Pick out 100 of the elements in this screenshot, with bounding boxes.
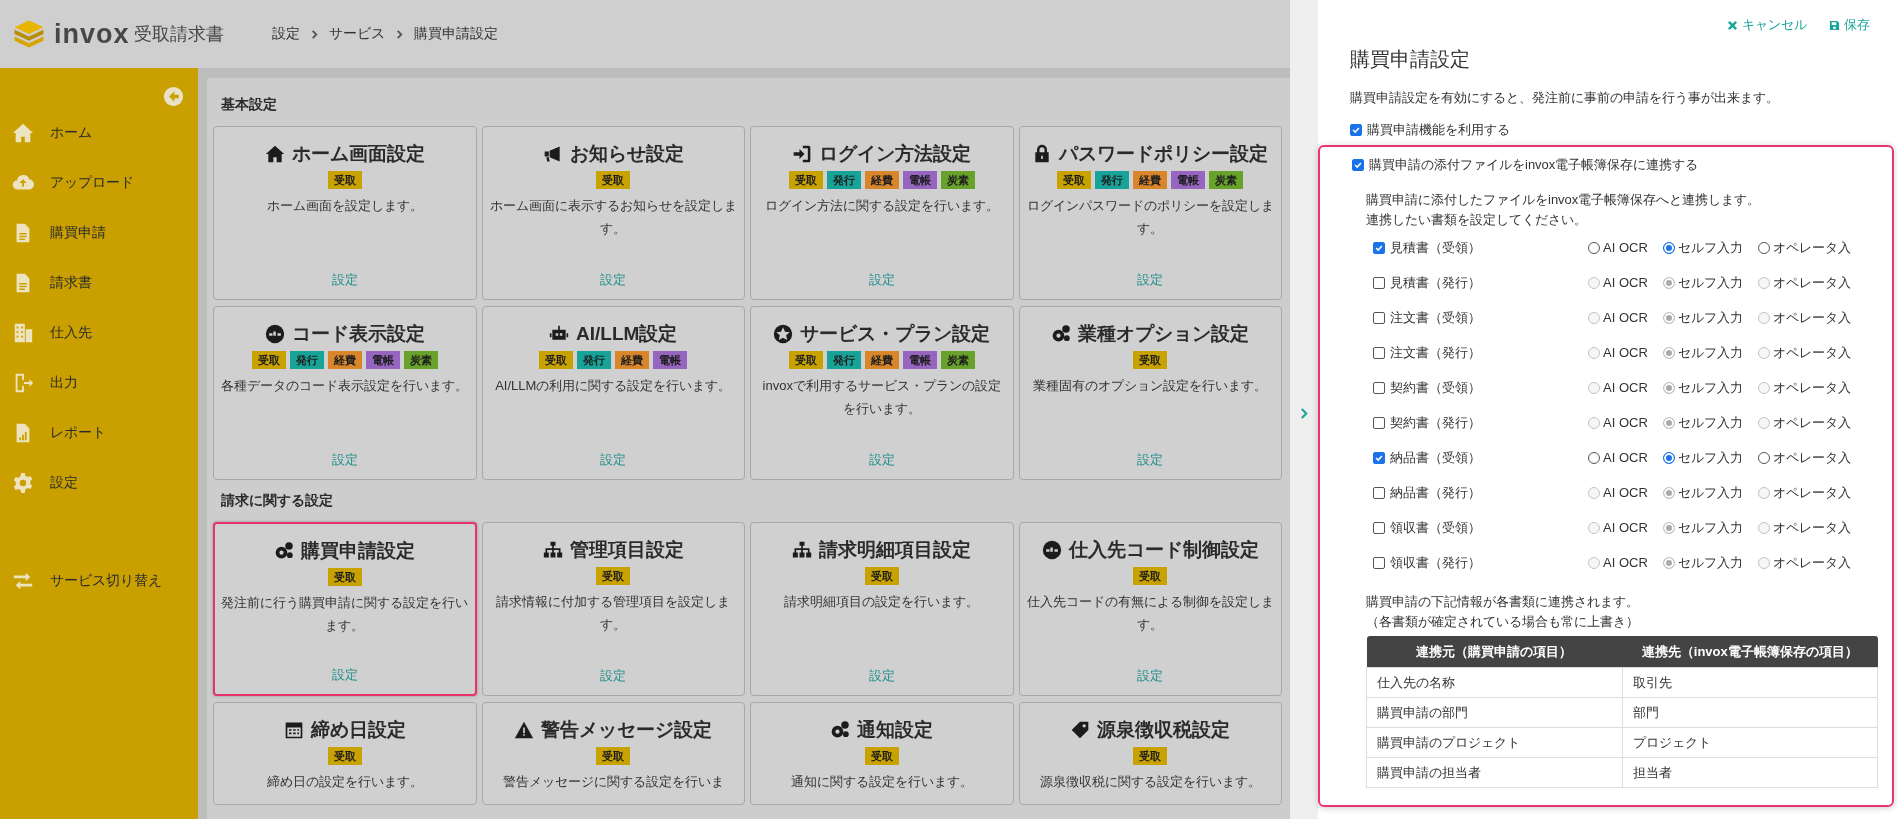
- calendar-icon: [283, 720, 304, 740]
- settings-card[interactable]: ホーム画面設定 受取 ホーム画面を設定します。 設定: [213, 126, 477, 300]
- radio-label: オペレータ入: [1773, 518, 1851, 537]
- checkbox[interactable]: [1373, 486, 1385, 499]
- radio-button[interactable]: [1663, 381, 1675, 394]
- radio-button[interactable]: [1663, 311, 1675, 324]
- checkbox[interactable]: [1352, 159, 1364, 171]
- checkbox[interactable]: [1373, 521, 1385, 534]
- radio-button[interactable]: [1663, 486, 1675, 499]
- radio-button[interactable]: [1758, 521, 1770, 534]
- settings-card[interactable]: コード表示設定 受取 発行 経費 電帳 炭素 各種データのコード表示設定を行います。 設定: [213, 306, 477, 480]
- sidebar-item[interactable]: レポート: [0, 408, 116, 458]
- radio-button[interactable]: [1663, 241, 1675, 254]
- checkbox[interactable]: [1373, 276, 1385, 289]
- radio-button[interactable]: [1588, 381, 1600, 394]
- sitemap-icon: [542, 540, 563, 560]
- breadcrumb-item[interactable]: 設定: [271, 25, 300, 43]
- sidebar-item[interactable]: 購買申請: [0, 208, 116, 258]
- checkbox[interactable]: [1373, 346, 1385, 359]
- radio-button[interactable]: [1663, 416, 1675, 429]
- tag: 受取: [596, 747, 631, 765]
- settings-card[interactable]: 通知設定 受取 通知に関する設定を行います。: [750, 702, 1014, 805]
- drawer-title: 購買申請設定: [1350, 47, 1471, 72]
- logo-icon: [12, 19, 46, 49]
- radio-label: AI OCR: [1603, 415, 1648, 430]
- settings-card[interactable]: 管理項目設定 受取 請求情報に付加する管理項目を設定します。 設定: [481, 522, 745, 696]
- tag: 発行: [826, 171, 861, 189]
- sidebar-item[interactable]: 請求書: [0, 258, 102, 308]
- radio-button[interactable]: [1663, 346, 1675, 359]
- settings-card[interactable]: 業種オプション設定 受取 業種固有のオプション設定を行います。 設定: [1018, 306, 1282, 480]
- card-title: 管理項目設定: [569, 538, 684, 562]
- settings-card[interactable]: 警告メッセージ設定 受取 警告メッセージに関する設定を行いま: [481, 702, 745, 805]
- settings-card[interactable]: 締め日設定 受取 締め日の設定を行います。: [213, 702, 477, 805]
- radio-button[interactable]: [1663, 276, 1675, 289]
- save-button[interactable]: 保存: [1829, 16, 1870, 34]
- settings-card[interactable]: パスワードポリシー設定 受取 発行 経費 電帳 炭素 ログインパスワードのポリシーを設定します。 設定: [1018, 126, 1282, 300]
- card-title: ログイン方法設定: [819, 142, 972, 166]
- settings-card[interactable]: ログイン方法設定 受取 発行 経費 電帳 炭素 ログイン方法に関する設定を行います。 設定: [750, 126, 1014, 300]
- sidebar-item[interactable]: 設定: [0, 458, 88, 508]
- radio-button[interactable]: [1588, 346, 1600, 359]
- radio-button[interactable]: [1588, 556, 1600, 569]
- radio-button[interactable]: [1588, 416, 1600, 429]
- card-title: 仕入先コード制御設定: [1068, 538, 1259, 562]
- radio-button[interactable]: [1758, 381, 1770, 394]
- building-icon: [12, 322, 34, 344]
- radio-button[interactable]: [1758, 276, 1770, 289]
- radio-button[interactable]: [1588, 486, 1600, 499]
- sidebar-item[interactable]: 仕入先: [0, 308, 102, 358]
- checkbox[interactable]: [1373, 381, 1385, 394]
- radio-button[interactable]: [1663, 451, 1675, 464]
- checkbox[interactable]: [1373, 556, 1385, 569]
- radio-label: セルフ入力: [1678, 448, 1743, 467]
- radio-button[interactable]: [1663, 521, 1675, 534]
- sidebar-item[interactable]: 出力: [0, 358, 88, 408]
- card-title: 業種オプション設定: [1078, 322, 1250, 346]
- radio-button[interactable]: [1588, 451, 1600, 464]
- radio-button[interactable]: [1758, 486, 1770, 499]
- card-title: ホーム画面設定: [291, 142, 425, 166]
- settings-card[interactable]: 購買申請設定 受取 発注前に行う購買申請に関する設定を行います。 設定: [213, 522, 477, 696]
- radio-button[interactable]: [1758, 416, 1770, 429]
- settings-card[interactable]: AI/LLM設定 受取 発行 経費 電帳 AI/LLMの利用に関する設定を行います。 設定: [481, 306, 745, 480]
- drawer-description: 購買申請設定を有効にすると、発注前に事前の申請を行う事が出来ます。: [1350, 89, 1780, 107]
- megaphone-icon: [542, 144, 563, 164]
- tag: 受取: [327, 171, 362, 189]
- checkbox[interactable]: [1373, 311, 1385, 324]
- chevron-right-icon: [394, 29, 404, 39]
- tag: 受取: [539, 351, 574, 369]
- radio-button[interactable]: [1758, 556, 1770, 569]
- radio-button[interactable]: [1588, 276, 1600, 289]
- settings-card[interactable]: 請求明細項目設定 受取 請求明細項目の設定を行います。 設定: [750, 522, 1014, 696]
- sidebar-item[interactable]: アップロード: [0, 158, 144, 208]
- tag: 受取: [864, 747, 899, 765]
- abc-circle-icon: [1041, 540, 1062, 560]
- chevron-right-icon[interactable]: [1299, 407, 1309, 420]
- radio-button[interactable]: [1588, 521, 1600, 534]
- settings-card[interactable]: 仕入先コード制御設定 受取 仕入先コードの有無による制御を設定します。 設定: [1018, 522, 1282, 696]
- settings-card[interactable]: 源泉徴収税設定 受取 源泉徴収税に関する設定を行います。: [1018, 702, 1282, 805]
- checkbox[interactable]: [1350, 124, 1362, 136]
- settings-card[interactable]: お知らせ設定 受取 ホーム画面に表示するお知らせを設定します。 設定: [481, 126, 745, 300]
- radio-button[interactable]: [1588, 241, 1600, 254]
- checkbox[interactable]: [1373, 451, 1385, 464]
- radio-button[interactable]: [1758, 346, 1770, 359]
- checkbox[interactable]: [1373, 241, 1385, 254]
- sidebar-item[interactable]: サービス切り替え: [0, 556, 172, 606]
- radio-button[interactable]: [1758, 311, 1770, 324]
- breadcrumb-item: 購買申請設定: [413, 25, 498, 43]
- tag: 発行: [1095, 171, 1130, 189]
- radio-button[interactable]: [1758, 241, 1770, 254]
- checkbox-label: 領収書（発行）: [1390, 553, 1481, 572]
- radio-button[interactable]: [1758, 451, 1770, 464]
- help-text: 連携したい書類を設定してください。: [1366, 211, 1588, 229]
- tag: 経費: [864, 171, 899, 189]
- cancel-button[interactable]: キャンセル: [1727, 16, 1807, 34]
- radio-button[interactable]: [1588, 311, 1600, 324]
- checkbox[interactable]: [1373, 416, 1385, 429]
- sidebar-item[interactable]: ホーム: [0, 108, 102, 158]
- settings-card[interactable]: サービス・プラン設定 受取 発行 経費 電帳 炭素 invoxで利用するサービス・プランの設定を行います。 設定: [750, 306, 1014, 480]
- radio-label: セルフ入力: [1678, 238, 1743, 257]
- radio-button[interactable]: [1663, 556, 1675, 569]
- breadcrumb-item[interactable]: サービス: [328, 25, 385, 43]
